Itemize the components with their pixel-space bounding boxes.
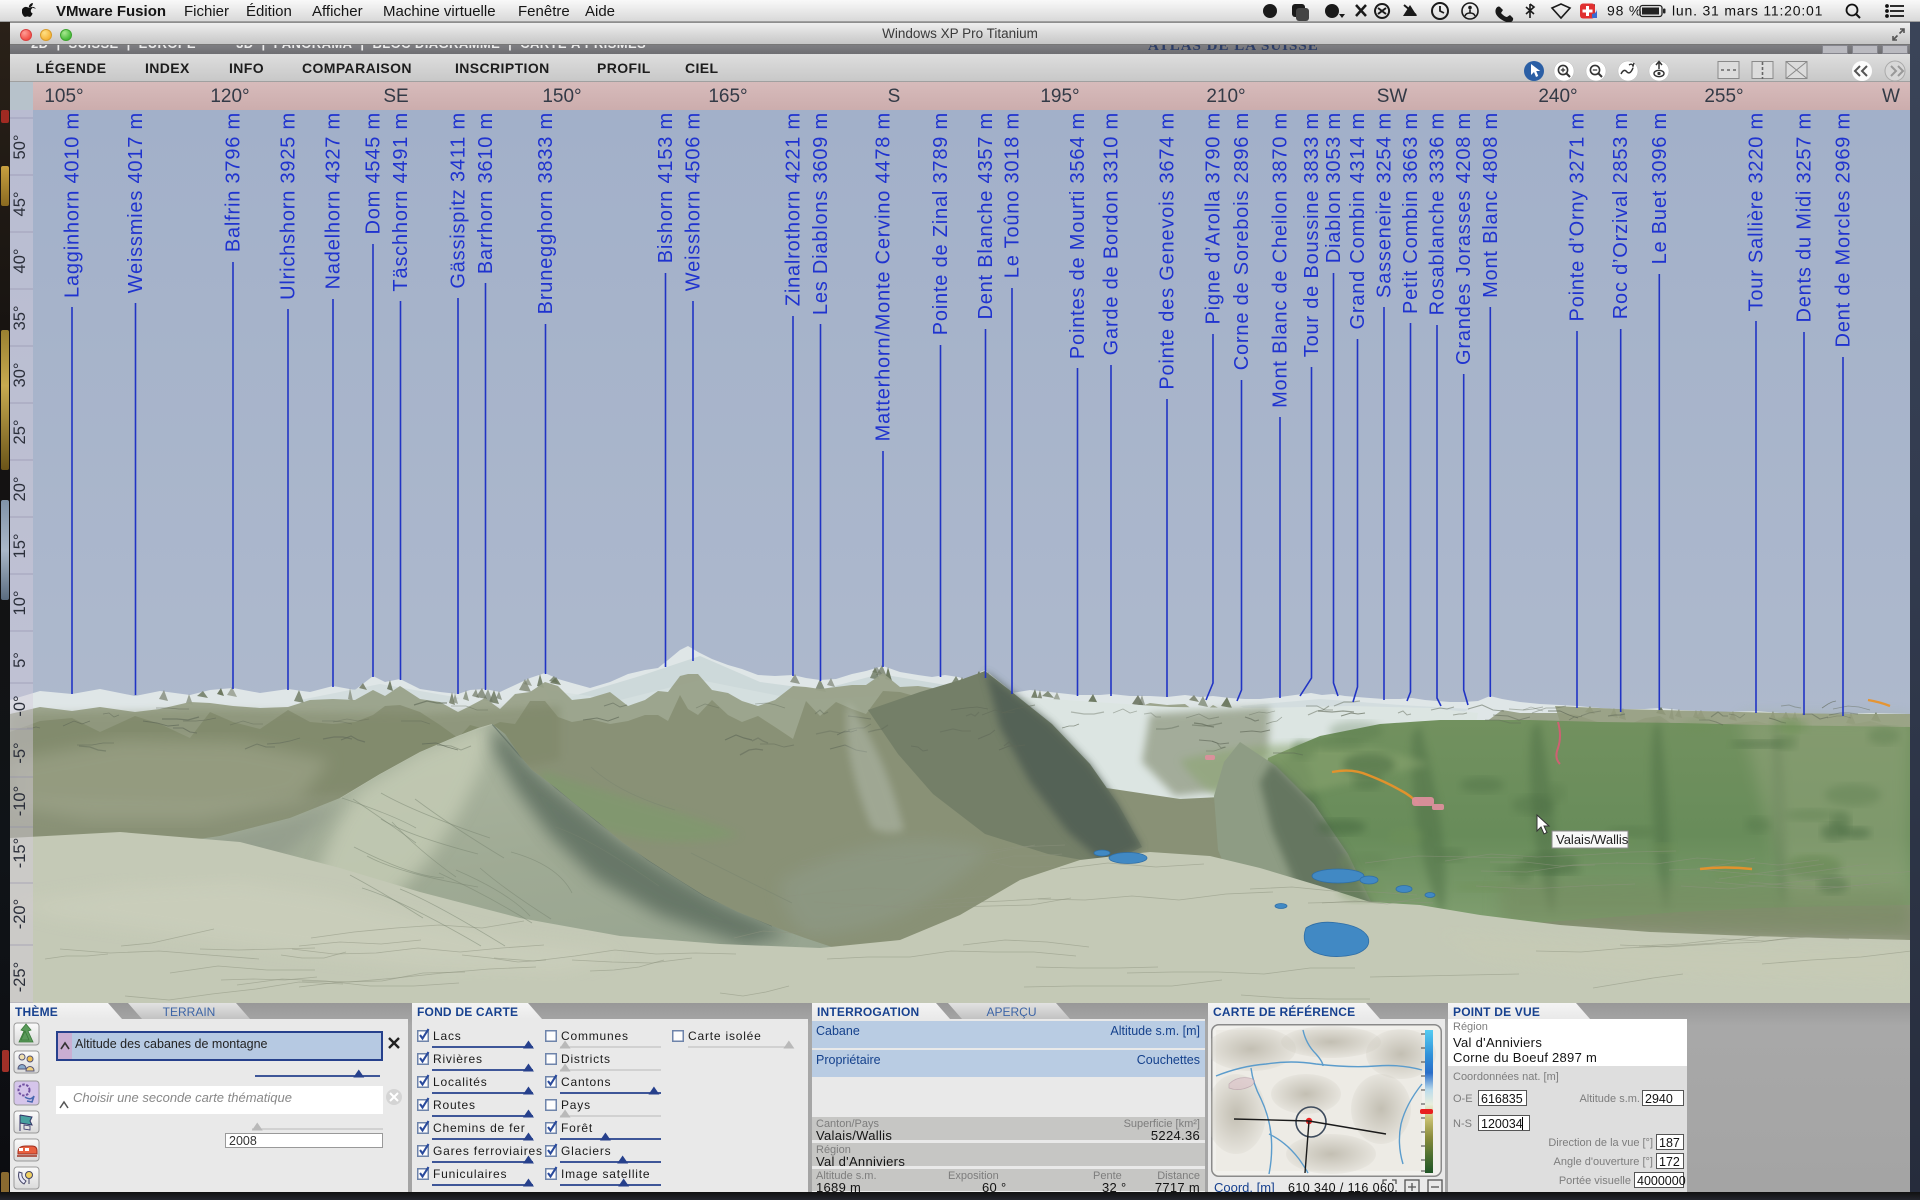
svg-text:Dent de Morcles 2969 m: Dent de Morcles 2969 m <box>1833 112 1855 347</box>
svg-text:25°: 25° <box>11 420 29 445</box>
svg-text:45°: 45° <box>11 192 29 217</box>
svg-text:-0°: -0° <box>11 695 29 716</box>
svg-text:-5°: -5° <box>11 742 29 763</box>
svg-text:Sasseneire 3254 m: Sasseneire 3254 m <box>1374 112 1396 298</box>
svg-text:Nadelhorn 4327 m: Nadelhorn 4327 m <box>323 112 345 289</box>
svg-text:10°: 10° <box>11 591 29 616</box>
svg-text:Corne de Sorebois 2896 m: Corne de Sorebois 2896 m <box>1231 112 1253 370</box>
svg-text:Weisshorn 4506 m: Weisshorn 4506 m <box>683 112 705 291</box>
svg-text:Täschhorn 4491 m: Täschhorn 4491 m <box>390 112 412 292</box>
svg-text:Tour Sallière 3220 m: Tour Sallière 3220 m <box>1746 112 1768 311</box>
svg-text:20°: 20° <box>11 477 29 502</box>
svg-text:Les Diablons 3609 m: Les Diablons 3609 m <box>810 112 832 315</box>
svg-text:Districts: Districts <box>561 1052 611 1066</box>
svg-text:Routes: Routes <box>433 1098 476 1112</box>
svg-text:Pointe des Genevois 3674 m: Pointe des Genevois 3674 m <box>1157 112 1179 390</box>
svg-text:-15°: -15° <box>11 838 29 868</box>
svg-text:Roc d’Orzival 2853 m: Roc d’Orzival 2853 m <box>1610 112 1632 319</box>
svg-text:Pointes de Mourti 3564 m: Pointes de Mourti 3564 m <box>1067 112 1089 359</box>
svg-text:98 %: 98 % <box>1607 3 1642 19</box>
svg-text:Carte isolée: Carte isolée <box>688 1029 762 1043</box>
svg-text:Zinalrothorn 4221 m: Zinalrothorn 4221 m <box>783 112 805 306</box>
svg-text:Brunegghorn 3833 m: Brunegghorn 3833 m <box>535 112 557 314</box>
svg-text:Rivières: Rivières <box>433 1052 483 1066</box>
svg-text:Grandes Jorasses 4208 m: Grandes Jorasses 4208 m <box>1453 112 1475 365</box>
svg-text:Dom 4545 m: Dom 4545 m <box>363 112 385 235</box>
svg-text:Gares ferroviaires: Gares ferroviaires <box>433 1144 543 1158</box>
svg-text:Pointe de Zinal 3789 m: Pointe de Zinal 3789 m <box>930 112 952 335</box>
svg-text:Diablon 3053 m: Diablon 3053 m <box>1323 112 1345 263</box>
svg-text:-25°: -25° <box>11 962 29 992</box>
svg-text:-10°: -10° <box>11 786 29 816</box>
svg-text:Gässispitz 3411 m: Gässispitz 3411 m <box>448 112 470 289</box>
svg-text:15°: 15° <box>11 534 29 559</box>
svg-text:Garde de Bordon 3310 m: Garde de Bordon 3310 m <box>1101 112 1123 355</box>
svg-text:-20°: -20° <box>11 899 29 929</box>
svg-text:5°: 5° <box>11 652 29 668</box>
svg-text:Funiculaires: Funiculaires <box>433 1167 507 1181</box>
svg-text:Mont Blanc 4808 m: Mont Blanc 4808 m <box>1480 112 1502 298</box>
svg-text:Mont Blanc de Cheilon 3870 m: Mont Blanc de Cheilon 3870 m <box>1270 112 1292 408</box>
svg-text:Bishorn 4153 m: Bishorn 4153 m <box>655 112 677 263</box>
svg-text:Image satellite: Image satellite <box>561 1167 650 1181</box>
svg-text:35°: 35° <box>11 306 29 331</box>
svg-text:Lagginhorn 4010 m: Lagginhorn 4010 m <box>62 112 84 298</box>
svg-text:Le Buet 3096 m: Le Buet 3096 m <box>1649 112 1671 264</box>
svg-text:Localités: Localités <box>433 1075 488 1089</box>
svg-text:lun. 31 mars 11:20:01: lun. 31 mars 11:20:01 <box>1672 3 1823 19</box>
svg-text:Chemins de fer: Chemins de fer <box>433 1121 526 1135</box>
svg-text:Glaciers: Glaciers <box>561 1144 611 1158</box>
svg-text:Weissmies 4017 m: Weissmies 4017 m <box>125 112 147 293</box>
svg-text:Balfrin 3796 m: Balfrin 3796 m <box>223 112 245 252</box>
svg-text:Communes: Communes <box>561 1029 629 1043</box>
svg-text:Le Toûno 3018 m: Le Toûno 3018 m <box>1002 112 1024 278</box>
svg-text:Ulrichshorn 3925 m: Ulrichshorn 3925 m <box>278 112 300 300</box>
svg-text:Tour de Boussine 3833 m: Tour de Boussine 3833 m <box>1301 112 1323 357</box>
svg-text:Grand Combin 4314 m: Grand Combin 4314 m <box>1347 112 1369 330</box>
svg-text:Pointe d’Orny 3271 m: Pointe d’Orny 3271 m <box>1567 112 1589 321</box>
svg-text:Pigne d’Arolla 3790 m: Pigne d’Arolla 3790 m <box>1203 112 1225 324</box>
svg-text:Valais/Wallis: Valais/Wallis <box>1556 832 1629 847</box>
svg-text:Dents du Midi 3257 m: Dents du Midi 3257 m <box>1794 112 1816 323</box>
svg-text:50°: 50° <box>11 135 29 160</box>
svg-text:Matterhorn/Monte Cervino 4478: Matterhorn/Monte Cervino 4478 m <box>873 112 895 441</box>
svg-text:40°: 40° <box>11 249 29 274</box>
svg-text:Cantons: Cantons <box>561 1075 611 1089</box>
svg-text:Barrhorn 3610 m: Barrhorn 3610 m <box>475 112 497 274</box>
svg-text:30°: 30° <box>11 363 29 388</box>
svg-text:Pays: Pays <box>561 1098 591 1112</box>
svg-text:Dent Blanche 4357 m: Dent Blanche 4357 m <box>975 112 997 320</box>
svg-text:Rosablanche 3336 m: Rosablanche 3336 m <box>1427 112 1449 315</box>
svg-text:Petit Combin 3663 m: Petit Combin 3663 m <box>1400 112 1422 314</box>
svg-text:Forêt: Forêt <box>561 1121 593 1135</box>
svg-text:Lacs: Lacs <box>433 1029 462 1043</box>
